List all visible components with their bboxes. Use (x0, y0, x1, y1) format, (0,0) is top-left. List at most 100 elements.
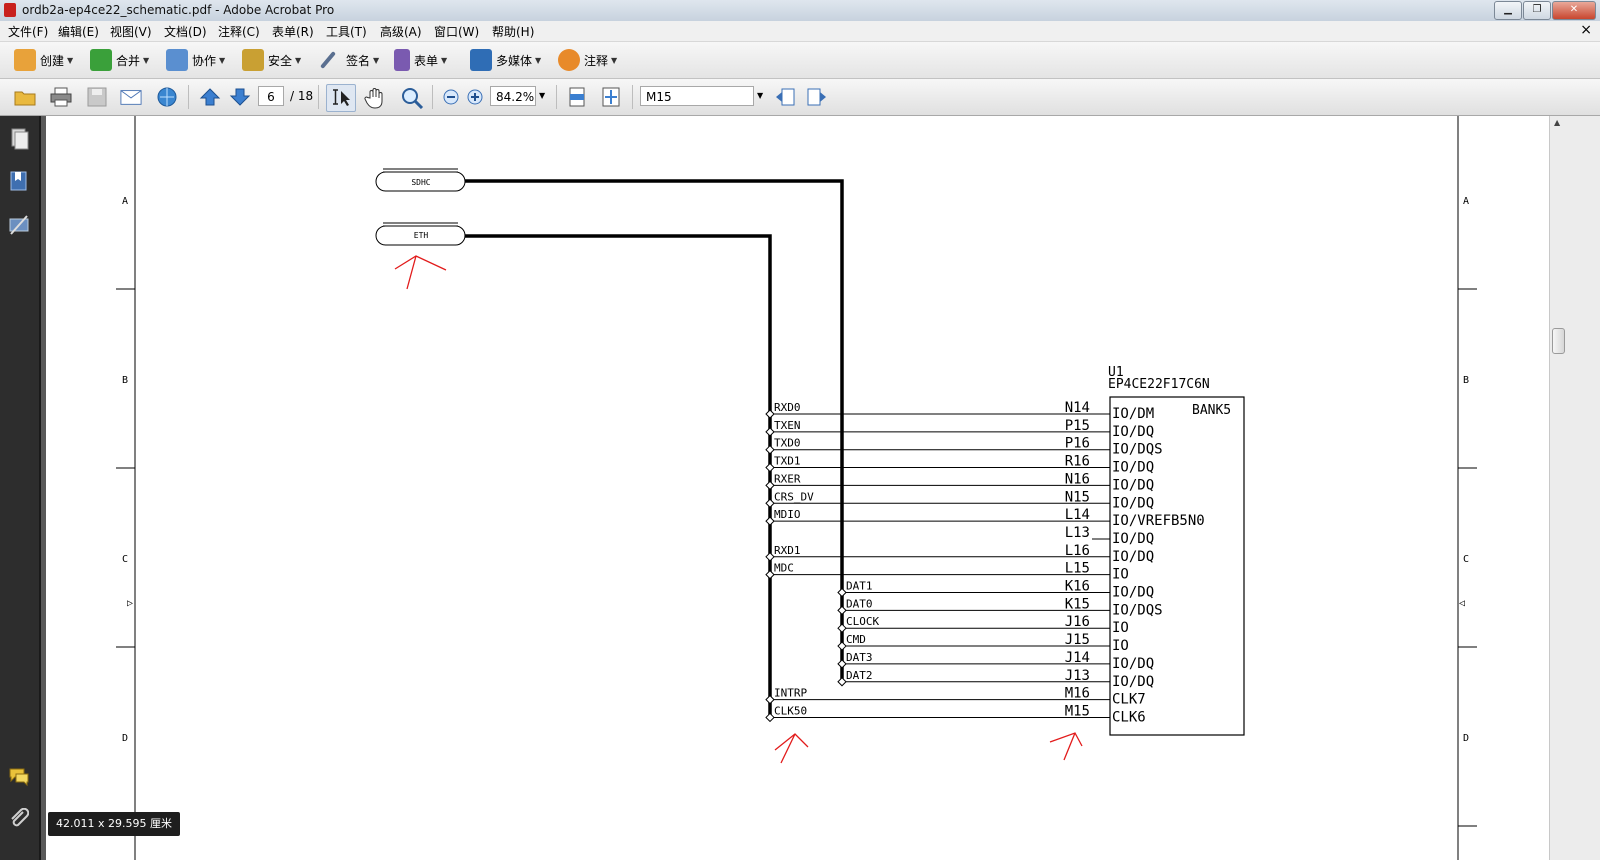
document-view[interactable]: AABBCCDD ▷ ◁ SDHC ETH U1 EP4CE22F17C6N B… (41, 116, 1549, 860)
bookmarks-icon[interactable] (9, 170, 29, 192)
zoom-in-icon[interactable] (464, 87, 486, 107)
eth-port: ETH (375, 222, 466, 246)
bus-entry-marker (837, 587, 847, 598)
window-title: ordb2a-ep4ce22_schematic.pdf - Adobe Acr… (22, 3, 335, 17)
chip-pins: RXD0 N14 IO/DM TXEN P15 IO/DQ TXD0 P16 IO/DQS TXD… (765, 400, 1205, 725)
schematic-drawing: A AB BC CD D ▷ ◁ SDHC ETH U1 EP4CE22F17C6N (116, 116, 1477, 860)
menu-help[interactable]: 帮助(H) (492, 23, 534, 40)
chevron-down-icon: ▼ (67, 55, 74, 65)
sdhc-port-label: SDHC (411, 178, 430, 187)
comment-label: 注释 (584, 53, 609, 68)
zone-label-left: D (122, 733, 128, 744)
red-annotation-arrow (774, 733, 809, 764)
find-input[interactable]: M15 (640, 86, 754, 106)
pin-number: L14 (1065, 507, 1090, 523)
web-icon[interactable] (156, 87, 178, 107)
maximize-button[interactable]: ❐ (1523, 1, 1551, 20)
select-tool-button[interactable] (326, 84, 356, 112)
net-label: TXEN (774, 419, 801, 432)
collaborate-button[interactable]: 协作 ▼ (166, 48, 225, 72)
pin-function: IO/DQ (1112, 495, 1154, 511)
bus-entry-marker (837, 605, 847, 616)
find-previous-icon[interactable] (774, 87, 796, 107)
menu-window[interactable]: 窗口(W) (434, 23, 479, 40)
pin-number: J14 (1065, 650, 1090, 666)
menu-tools[interactable]: 工具(T) (326, 23, 367, 40)
menu-edit[interactable]: 编辑(E) (58, 23, 99, 40)
sign-label: 签名 (346, 53, 371, 68)
previous-page-icon[interactable] (199, 87, 221, 107)
bus-entry-marker (837, 659, 847, 669)
page-total: / 18 (290, 89, 314, 103)
find-next-icon[interactable] (806, 87, 828, 107)
menu-view[interactable]: 视图(V) (110, 23, 152, 40)
comments-icon[interactable] (9, 766, 29, 788)
pages-icon[interactable] (9, 128, 29, 150)
minimize-button[interactable]: ▁ (1494, 1, 1522, 20)
close-button[interactable]: ✕ (1552, 1, 1596, 20)
fit-page-icon[interactable] (600, 87, 622, 107)
menu-bar: 文件(F) 编辑(E) 视图(V) 文档(D) 注释(C) 表单(R) 工具(T… (0, 21, 1600, 42)
pin-function: IO (1112, 638, 1129, 654)
separator (556, 85, 557, 109)
save-icon[interactable] (86, 87, 108, 107)
vertical-scrollbar[interactable]: ▲ (1549, 116, 1567, 860)
red-annotation-arrow (394, 255, 447, 290)
fit-width-icon[interactable] (566, 87, 588, 107)
pin-number: K15 (1065, 596, 1090, 612)
zoom-out-icon[interactable] (440, 87, 462, 107)
attachments-icon[interactable] (9, 808, 29, 830)
chevron-down-icon: ▼ (143, 55, 150, 65)
forms-button[interactable]: 表单 ▼ (394, 48, 447, 72)
open-folder-icon[interactable] (14, 87, 36, 107)
pdf-page: AABBCCDD ▷ ◁ SDHC ETH U1 EP4CE22F17C6N B… (46, 116, 1549, 860)
zoom-dropdown-arrow[interactable]: ▼ (539, 91, 545, 100)
email-icon[interactable] (120, 87, 142, 107)
print-icon[interactable] (50, 87, 72, 107)
find-dropdown-arrow[interactable]: ▼ (757, 91, 763, 100)
multimedia-button[interactable]: 多媒体 ▼ (470, 48, 541, 72)
text-select-icon (333, 89, 350, 106)
combine-button[interactable]: 合并 ▼ (90, 48, 149, 72)
separator (188, 85, 189, 109)
pin-function: IO/DQ (1112, 656, 1154, 672)
sign-button[interactable]: 签名 ▼ (318, 48, 379, 72)
next-page-icon[interactable] (229, 87, 251, 107)
net-label: RXD0 (774, 401, 801, 414)
zone-labels: A A B B C C D D (122, 196, 1469, 744)
form-icon (394, 49, 410, 71)
pin-function: CLK7 (1112, 692, 1146, 708)
pin-number: L16 (1065, 543, 1090, 559)
pin-number: N15 (1065, 489, 1090, 505)
pin-number: J16 (1065, 614, 1090, 630)
separator (318, 85, 319, 109)
pin-function: IO/DQ (1112, 460, 1154, 476)
menu-file[interactable]: 文件(F) (8, 23, 48, 40)
signatures-icon[interactable] (9, 214, 29, 236)
comment-button[interactable]: 注释 ▼ (558, 48, 617, 72)
tasks-toolbar: 创建 ▼ 合并 ▼ 协作 ▼ 安全 ▼ 签名 ▼ 表单 ▼ 多媒体 ▼ 注释 ▼ (0, 42, 1600, 79)
net-label: DAT3 (846, 651, 873, 664)
page-number-input[interactable]: 6 (258, 86, 284, 106)
scroll-up-icon[interactable]: ▲ (1554, 118, 1560, 127)
document-close-button[interactable]: × (1580, 22, 1592, 38)
zoom-tool-icon[interactable] (400, 87, 424, 109)
zoom-level-input[interactable]: 84.2% (490, 86, 536, 106)
red-annotation-arrow (1049, 732, 1083, 761)
scroll-thumb[interactable] (1552, 328, 1565, 354)
menu-advanced[interactable]: 高级(A) (380, 23, 422, 40)
security-label: 安全 (268, 53, 293, 68)
create-button[interactable]: 创建 ▼ (14, 48, 73, 72)
menu-comment[interactable]: 注释(C) (218, 23, 260, 40)
pin-number: R16 (1065, 454, 1090, 470)
security-button[interactable]: 安全 ▼ (242, 48, 301, 72)
separator (432, 85, 433, 109)
menu-document[interactable]: 文档(D) (164, 23, 207, 40)
pin-function: IO/DQ (1112, 549, 1154, 565)
chevron-down-icon: ▼ (611, 55, 618, 65)
net-label: RXER (774, 472, 801, 485)
acrobat-icon (4, 3, 16, 17)
menu-forms[interactable]: 表单(R) (272, 23, 314, 40)
hand-tool-icon[interactable] (364, 87, 388, 109)
pin-function: IO/DQS (1112, 442, 1163, 458)
